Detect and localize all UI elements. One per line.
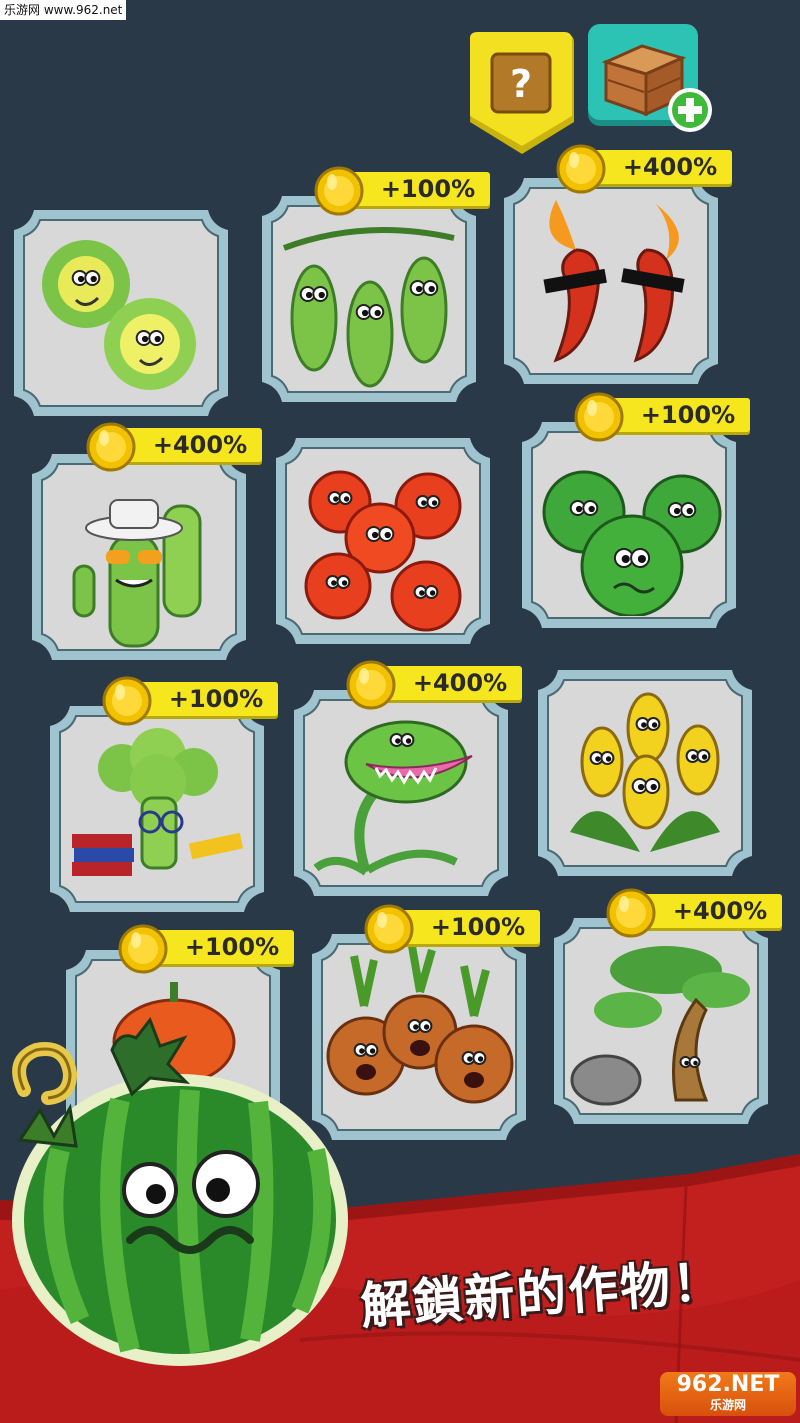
- coin-icon: [606, 888, 656, 938]
- coin-icon: [346, 660, 396, 710]
- coin-icon: [314, 166, 364, 216]
- bonus-badge: +100%: [364, 904, 540, 954]
- watermark-main-text: 962.NET: [676, 1372, 780, 1397]
- crate-icon: [588, 24, 712, 132]
- crop-card-chili-peppers[interactable]: [498, 172, 724, 390]
- crop-card-cactus[interactable]: [26, 448, 252, 666]
- bonus-percent: +400%: [622, 153, 718, 181]
- crate-shop-button[interactable]: [586, 22, 716, 134]
- coin-icon: [118, 924, 168, 974]
- cactus-art: [44, 466, 234, 648]
- venus-flytrap-art: [306, 702, 496, 884]
- bonus-badge: +400%: [86, 422, 262, 472]
- bonus-badge: +400%: [346, 660, 522, 710]
- question-mark-icon: ?: [470, 32, 574, 154]
- crop-card-bonsai-tree[interactable]: [548, 912, 774, 1130]
- lettuce-art: [26, 222, 216, 404]
- crop-card-venus-flytrap[interactable]: [288, 684, 514, 902]
- crop-card-tomatoes[interactable]: [270, 432, 496, 650]
- coin-icon: [102, 676, 152, 726]
- bonus-badge: +100%: [118, 924, 294, 974]
- crop-card-corn[interactable]: [532, 664, 758, 882]
- svg-text:?: ?: [510, 62, 532, 106]
- bonus-percent: +100%: [640, 401, 736, 429]
- bonus-percent: +100%: [184, 933, 280, 961]
- bonus-percent: +100%: [168, 685, 264, 713]
- site-watermark: 乐游网 www.962.net: [0, 0, 127, 20]
- crop-card-broccoli[interactable]: [44, 700, 270, 918]
- crop-card-lettuce[interactable]: [8, 204, 234, 422]
- site-logo-watermark: 962.NET 乐游网: [660, 1372, 796, 1416]
- bonus-badge: +400%: [606, 888, 782, 938]
- peas-art: [274, 208, 464, 390]
- chili-peppers-art: [516, 190, 706, 372]
- coin-icon: [86, 422, 136, 472]
- bonus-badge: +400%: [556, 144, 732, 194]
- bonus-percent: +400%: [412, 669, 508, 697]
- watermelons-art: [534, 434, 724, 616]
- crop-card-watermelons[interactable]: [516, 416, 742, 634]
- corn-art: [550, 682, 740, 864]
- bonus-percent: +100%: [430, 913, 526, 941]
- bonsai-tree-art: [566, 930, 756, 1112]
- bonus-badge: +100%: [574, 392, 750, 442]
- coin-icon: [574, 392, 624, 442]
- bonus-badge: +100%: [102, 676, 278, 726]
- bonus-percent: +100%: [380, 175, 476, 203]
- crop-card-peas[interactable]: [256, 190, 482, 408]
- help-button[interactable]: ?: [464, 30, 580, 158]
- bonus-badge: +100%: [314, 166, 490, 216]
- tomatoes-art: [288, 450, 478, 632]
- broccoli-art: [62, 718, 252, 900]
- bonus-percent: +400%: [152, 431, 248, 459]
- watermark-sub-text: 乐游网: [709, 1398, 746, 1412]
- coin-icon: [364, 904, 414, 954]
- bonus-percent: +400%: [672, 897, 768, 925]
- coin-icon: [556, 144, 606, 194]
- watermelon-mascot: [0, 990, 360, 1370]
